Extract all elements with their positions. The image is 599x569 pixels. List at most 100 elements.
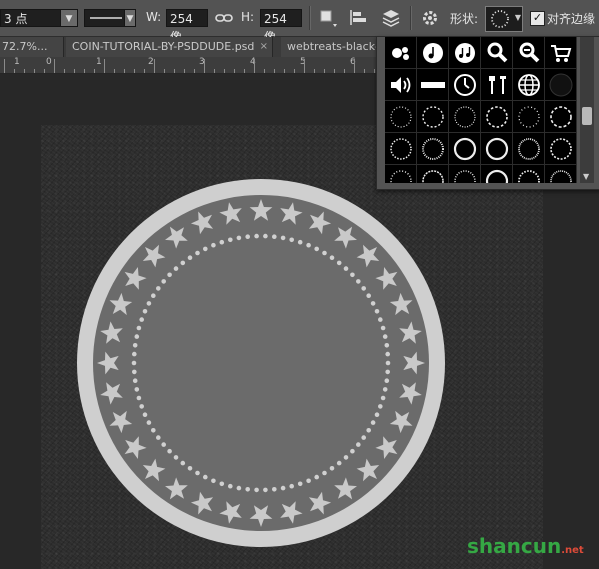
coin-dot — [203, 474, 208, 480]
coin-dot — [343, 455, 349, 460]
chevron-down-icon[interactable]: ▼ — [60, 10, 77, 26]
coin-dot — [131, 360, 137, 366]
link-icon[interactable] — [215, 11, 233, 25]
ruler-tick — [324, 69, 325, 73]
music-notes-icon[interactable] — [449, 37, 481, 69]
circle-icon[interactable] — [545, 69, 577, 101]
coin-dot — [187, 466, 193, 471]
ring-shape-icon[interactable] — [545, 133, 577, 165]
stroke-type-select[interactable]: ▼ — [84, 9, 136, 27]
ruler-tick — [164, 69, 165, 73]
ruler-tick — [254, 59, 255, 73]
ring-shape-icon[interactable] — [481, 101, 513, 133]
paint-splat-icon[interactable] — [385, 37, 417, 69]
coin-dot — [384, 343, 390, 348]
coin-dot — [322, 250, 327, 256]
ruler-tick — [64, 69, 65, 73]
coin-dot — [329, 255, 335, 260]
path-arrangement-icon[interactable] — [380, 8, 402, 30]
coin-dot — [366, 293, 372, 298]
ruler-tick — [344, 69, 345, 73]
align-edges-checkbox[interactable]: ✓ — [530, 11, 545, 26]
watermark-main: shancun — [467, 534, 562, 558]
path-alignment-icon[interactable] — [348, 8, 370, 28]
coin-dot — [350, 448, 355, 454]
watermark-suffix: net — [565, 545, 584, 556]
ruler-tick — [274, 69, 275, 73]
ruler-tick — [284, 69, 285, 73]
coin-dot — [314, 474, 319, 480]
ring-shape-icon[interactable] — [385, 165, 417, 183]
coin-shape[interactable] — [77, 179, 445, 547]
magnifier-zoom-icon[interactable] — [513, 37, 545, 69]
ruler-tick — [14, 69, 15, 73]
magnifier-icon[interactable] — [481, 37, 513, 69]
coin-dot — [322, 470, 327, 476]
bar-icon[interactable] — [417, 69, 449, 101]
scroll-down-arrow-icon[interactable]: ▼ — [583, 172, 589, 181]
coin-dot — [280, 235, 286, 241]
ruler-label: 1 — [96, 57, 102, 67]
height-input[interactable]: 254 像 — [260, 9, 302, 44]
dotted-circle-shape-icon — [491, 10, 509, 28]
stroke-width-select[interactable]: 3 点 ▼ — [0, 9, 78, 27]
speaker-icon[interactable] — [385, 69, 417, 101]
ring-shape-icon[interactable] — [481, 133, 513, 165]
coin-dot — [219, 481, 225, 487]
coin-dot — [236, 485, 242, 491]
watermark-logo: shancun.net — [467, 534, 584, 558]
ring-shape-icon[interactable] — [385, 101, 417, 133]
coin-dot — [378, 317, 383, 322]
tab-document-1[interactable]: 72.7%... — [0, 37, 64, 57]
ruler-tick — [144, 69, 145, 73]
stroke-width-value: 3 点 — [4, 12, 28, 26]
tab-webtreats[interactable]: webtreats-black- — [281, 37, 388, 57]
picker-scrollbar[interactable]: ▼ — [580, 37, 594, 183]
shopping-cart-icon[interactable] — [545, 37, 577, 69]
coin-dot — [146, 301, 152, 306]
ruler-tick — [34, 69, 35, 73]
ring-shape-icon[interactable] — [417, 165, 449, 183]
coin-dot — [380, 395, 386, 401]
scrollbar-thumb[interactable] — [582, 107, 592, 125]
ring-shape-icon[interactable] — [449, 101, 481, 133]
align-edges-label: 对齐边缘 — [547, 12, 596, 26]
ring-shape-icon[interactable] — [385, 133, 417, 165]
ring-shape-icon[interactable] — [513, 165, 545, 183]
close-icon[interactable]: × — [260, 37, 268, 57]
chevron-down-icon[interactable]: ▼ — [124, 10, 135, 26]
ruler-tick — [264, 69, 265, 73]
ring-shape-icon[interactable] — [449, 133, 481, 165]
ruler-tick — [124, 69, 125, 73]
ring-shape-icon[interactable] — [513, 101, 545, 133]
coin-dot — [180, 260, 186, 266]
ruler-tick — [224, 69, 225, 73]
gear-icon[interactable] — [421, 9, 439, 27]
clock-icon[interactable] — [449, 69, 481, 101]
ruler-tick — [114, 69, 115, 73]
ring-shape-icon[interactable] — [481, 165, 513, 183]
tab-coin-tutorial[interactable]: COIN-TUTORIAL-BY-PSDDUDE.psd × — [66, 37, 273, 57]
shape-picker-button[interactable]: ▼ — [485, 6, 523, 32]
ring-shape-icon[interactable] — [545, 165, 577, 183]
ruler-tick — [54, 59, 55, 73]
globe-icon[interactable] — [513, 69, 545, 101]
coin-dot — [136, 325, 142, 331]
ring-shape-icon[interactable] — [545, 101, 577, 133]
ring-shape-icon[interactable] — [417, 133, 449, 165]
path-operations-icon[interactable] — [318, 8, 338, 28]
ring-shape-icon[interactable] — [513, 133, 545, 165]
coin-dot — [356, 442, 361, 447]
custom-shape-picker[interactable]: ▼ — [376, 36, 599, 190]
width-input[interactable]: 254 像 — [166, 9, 208, 44]
ring-shape-icon[interactable] — [449, 165, 481, 183]
coin-dot — [289, 237, 294, 243]
tools-icon[interactable] — [481, 69, 513, 101]
coin-dot — [245, 487, 250, 492]
chevron-down-icon: ▼ — [514, 13, 521, 22]
ring-shape-icon[interactable] — [417, 101, 449, 133]
coin-dot — [382, 334, 388, 339]
music-note-icon[interactable] — [417, 37, 449, 69]
coin-dot — [380, 325, 386, 331]
coin-dot — [314, 246, 319, 252]
